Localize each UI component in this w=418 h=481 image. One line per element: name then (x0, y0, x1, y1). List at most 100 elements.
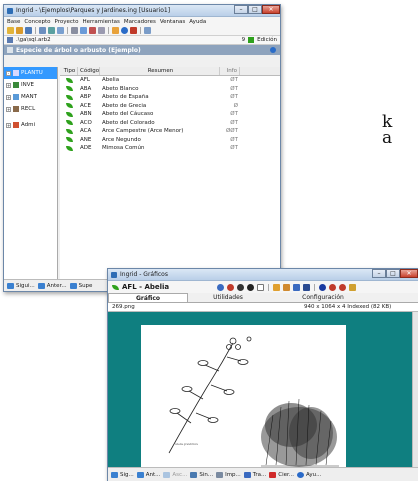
maximize-button[interactable]: □ (248, 5, 262, 14)
table-row[interactable]: ABN Abeto del Cáucaso ØT (60, 110, 280, 119)
species-leaf-icon (60, 128, 78, 134)
zoom-region-icon[interactable] (227, 283, 234, 291)
table-row[interactable]: ADE Mimosa Común ØT (60, 144, 280, 153)
redo-icon[interactable] (339, 283, 346, 291)
transfer-button[interactable]: Tra... (243, 471, 267, 478)
species-leaf-icon (60, 94, 78, 100)
table-row[interactable]: ACE Abeto de Grecia Ø (60, 102, 280, 111)
preview-icon[interactable] (80, 27, 87, 34)
image-icon[interactable] (112, 27, 119, 34)
expander-icon[interactable]: + (6, 82, 11, 88)
save-icon[interactable] (25, 27, 32, 34)
tab-utilidades[interactable]: Utilidades (188, 293, 268, 302)
close-button[interactable]: ✕ (262, 5, 280, 14)
expander-icon[interactable]: + (6, 94, 11, 100)
folder-icon[interactable] (16, 27, 23, 34)
menu-ayuda[interactable]: Ayuda (189, 19, 206, 25)
ascend-button[interactable]: Asc... (163, 471, 188, 478)
table-row[interactable]: ACO Abeto del Colorado ØT (60, 119, 280, 128)
next-icon (7, 282, 14, 289)
contrast-icon[interactable] (247, 283, 254, 291)
expander-icon[interactable]: + (6, 122, 11, 128)
column-resumen[interactable]: Resumen (100, 67, 220, 75)
next-button[interactable]: Sig... (111, 471, 134, 478)
minimize-button[interactable]: – (234, 5, 248, 14)
globe-status-icon (270, 47, 276, 53)
tree-item-plantu[interactable]: - PLANTU (4, 67, 57, 79)
transfer-label: Tra... (252, 471, 267, 478)
image-add-icon[interactable] (283, 283, 290, 291)
ascend-icon (163, 471, 171, 478)
edit-icon[interactable] (39, 27, 46, 34)
chart-icon[interactable] (89, 27, 96, 34)
zoom-in-icon[interactable] (217, 283, 224, 291)
graphics-window-titlebar[interactable]: Ingrid - Gráficos – □ ✕ (108, 269, 418, 281)
previous-label: Anter... (46, 282, 67, 289)
print-icon[interactable] (71, 27, 78, 34)
properties-icon[interactable] (257, 283, 264, 291)
sync-button[interactable]: Sin... (190, 471, 213, 478)
row-info: ØT (230, 85, 238, 92)
menu-concepto[interactable]: Concepto (24, 19, 50, 25)
minimize-button[interactable]: – (372, 269, 386, 278)
tree-item-recl[interactable]: + RECL (4, 103, 57, 115)
tree-item-inve[interactable]: + INVE (4, 79, 57, 91)
previous-button[interactable]: Ant... (136, 471, 160, 478)
grid-icon[interactable] (57, 27, 64, 34)
zoom-fit-icon[interactable] (237, 283, 244, 291)
close-window-button[interactable]: Cier... (269, 471, 294, 478)
database-icon (7, 37, 13, 43)
image-save-icon[interactable] (293, 283, 300, 291)
table-row[interactable]: ANE Arce Negundo ØT (60, 136, 280, 145)
menu-marcadores[interactable]: Marcadores (124, 19, 156, 25)
record-count: 9 (241, 37, 246, 43)
table-icon[interactable] (48, 27, 55, 34)
table-row[interactable]: AFL Abelia ØT (60, 76, 280, 85)
botanical-illustration (168, 336, 339, 467)
image-gallery-icon[interactable] (273, 283, 280, 291)
ascend-label: Asc... (172, 471, 188, 478)
leaf-icon (65, 145, 73, 151)
maximize-button[interactable]: □ (386, 269, 400, 278)
report-icon[interactable] (98, 27, 105, 34)
expander-icon[interactable]: + (6, 106, 11, 112)
column-codigo[interactable]: Código (78, 67, 100, 75)
print-button[interactable]: Imp... (216, 471, 241, 478)
window-icon[interactable] (144, 27, 151, 34)
rotate-icon[interactable] (319, 283, 326, 291)
column-tipo[interactable]: Tipo (60, 67, 78, 75)
tools-icon[interactable] (130, 27, 137, 34)
tab-configuracion[interactable]: Configuración (268, 293, 378, 302)
folder-icon (13, 70, 19, 76)
globe-icon[interactable] (121, 27, 128, 34)
row-info: ØT (230, 136, 238, 143)
image-viewer[interactable]: Abelia grandiflora (108, 312, 418, 473)
row-code: ABN (80, 111, 92, 118)
menu-proyecto[interactable]: Proyecto (55, 19, 79, 25)
brush-icon[interactable] (349, 283, 356, 291)
tab-grafico[interactable]: Gráfico (108, 293, 188, 302)
menu-herramientas[interactable]: Herramientas (82, 19, 119, 25)
menu-base[interactable]: Base (7, 19, 20, 25)
concept-grid: Tipo Código Resumen Info AFL Abelia ØT ABA A… (60, 67, 280, 279)
content-area: - PLANTU + INVE + MANT + RECL + Admi Tip… (4, 67, 280, 279)
tree-item-admi[interactable]: + Admi (4, 119, 57, 131)
help-button[interactable]: Ayu... (297, 471, 321, 478)
undo-icon[interactable] (329, 283, 336, 291)
next-button[interactable]: Sigui... (7, 282, 35, 289)
table-row[interactable]: ACA Arce Campestre (Arce Menor) ØØT (60, 127, 280, 136)
close-button[interactable]: ✕ (400, 269, 418, 278)
up-button[interactable]: Supe (69, 282, 92, 289)
species-leaf-icon (60, 145, 78, 151)
vertical-scrollbar[interactable] (412, 312, 418, 467)
image-export-icon[interactable] (303, 283, 310, 291)
previous-button[interactable]: Anter... (37, 282, 67, 289)
table-row[interactable]: ABP Abeto de España ØT (60, 93, 280, 102)
main-window-titlebar[interactable]: Ingrid - \Ejemplos\Parques y Jardines.in… (4, 5, 280, 17)
tree-item-mant[interactable]: + MANT (4, 91, 57, 103)
menu-ventanas[interactable]: Ventanas (160, 19, 185, 25)
column-info[interactable]: Info (220, 67, 240, 75)
expander-icon[interactable]: - (6, 70, 11, 76)
table-row[interactable]: ABA Abeto Blanco ØT (60, 85, 280, 94)
open-folder-icon[interactable] (7, 27, 14, 34)
